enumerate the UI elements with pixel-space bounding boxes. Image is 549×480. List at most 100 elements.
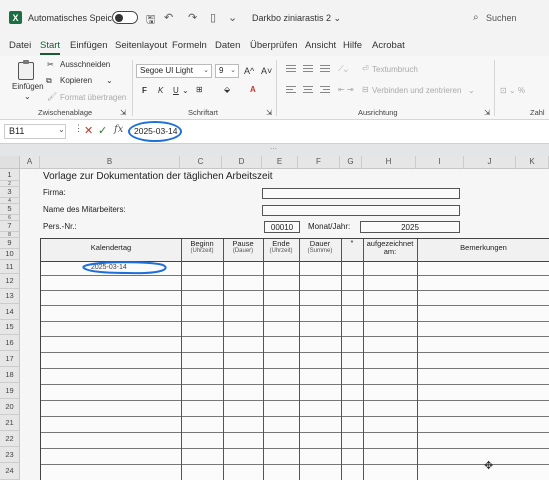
row-header[interactable]: 13	[0, 289, 20, 304]
column-header-b[interactable]: B	[40, 156, 180, 169]
row-header[interactable]: 1	[0, 169, 20, 181]
row-header[interactable]: 12	[0, 274, 20, 289]
tab-formeln[interactable]: Formeln	[172, 40, 207, 51]
font-group-label: Schriftart	[188, 108, 219, 117]
tab-hilfe[interactable]: Hilfe	[343, 40, 362, 51]
tab-acrobat[interactable]: Acrobat	[372, 40, 405, 51]
paste-button[interactable]: Einfügen	[12, 82, 44, 91]
fill-color-icon[interactable]: ⬙	[224, 85, 230, 94]
column-header-e[interactable]: E	[262, 156, 298, 169]
column-header-i[interactable]: I	[416, 156, 464, 169]
undo-icon[interactable]: ↶	[164, 11, 173, 24]
row-header[interactable]: 16	[0, 335, 20, 351]
merge-center-button[interactable]: Verbinden und zentrieren	[372, 86, 461, 95]
customize-toolbar-icon[interactable]: ⌄	[228, 11, 237, 24]
header-aufgezeichnet: aufgezeichnet am:	[366, 239, 414, 257]
underline-dropdown-icon[interactable]: ⌄	[182, 86, 189, 95]
row-header[interactable]: 7	[0, 221, 20, 232]
shrink-font-button[interactable]: A˅	[261, 66, 272, 76]
cut-button[interactable]: Ausschneiden	[60, 60, 110, 69]
row-header[interactable]: 21	[0, 415, 20, 431]
tab-datei[interactable]: Datei	[9, 40, 31, 51]
cut-icon[interactable]: ✂	[47, 60, 54, 69]
number-format-icon[interactable]: ⊡ ⌄ %	[500, 86, 525, 95]
document-title[interactable]: Darkbo ziniarastis 2 ⌄	[252, 13, 341, 24]
row-header[interactable]: 23	[0, 447, 20, 463]
copy-dropdown-icon[interactable]: ⌄	[106, 76, 113, 85]
copy-button[interactable]: Kopieren	[60, 76, 92, 85]
select-all-corner[interactable]	[0, 156, 20, 169]
italic-button[interactable]: K	[158, 86, 163, 95]
row-header[interactable]: 11	[0, 260, 20, 274]
employee-name-input[interactable]	[262, 205, 460, 216]
new-file-icon[interactable]: ▯	[210, 11, 216, 24]
enter-icon[interactable]: ✓	[98, 124, 107, 137]
row-header[interactable]: 18	[0, 367, 20, 383]
name-box[interactable]: B11	[4, 124, 66, 139]
save-icon[interactable]: 🖫	[146, 11, 155, 30]
paste-dropdown-icon[interactable]: ⌄	[24, 92, 31, 101]
row-header[interactable]: 17	[0, 351, 20, 367]
row-header[interactable]: 10	[0, 249, 20, 260]
search-icon[interactable]: ⌕	[473, 12, 479, 23]
tab-ueberpruefen[interactable]: Überprüfen	[250, 40, 298, 51]
cancel-icon[interactable]: ✕	[84, 124, 93, 137]
collapse-icon[interactable]: ⋯	[270, 145, 277, 153]
name-box-dropdown-icon[interactable]: ⌄	[58, 125, 65, 134]
font-size-select[interactable]: 9 ⌄	[215, 64, 239, 78]
indent-icons[interactable]: ⇤ ⇥	[338, 85, 354, 94]
column-header-d[interactable]: D	[222, 156, 262, 169]
row-header[interactable]: 22	[0, 431, 20, 447]
font-color-icon[interactable]: A	[250, 85, 256, 94]
format-painter-icon[interactable]: 🖌	[47, 92, 57, 101]
row-header[interactable]: 5	[0, 204, 20, 215]
wrap-text-icon[interactable]: ⏎	[362, 64, 369, 73]
merge-dropdown-icon[interactable]: ⌄	[468, 86, 475, 95]
row-header[interactable]: 19	[0, 383, 20, 399]
clipboard-launcher-icon[interactable]: ⇲	[120, 108, 126, 117]
firma-input[interactable]	[262, 188, 460, 199]
format-painter-button[interactable]: Format übertragen	[60, 93, 126, 102]
font-name-select[interactable]: Segoe UI Light ⌄	[136, 64, 212, 78]
redo-icon[interactable]: ↷	[188, 11, 197, 24]
pers-nr-value: 00010	[270, 223, 294, 232]
copy-icon[interactable]: ⧉	[46, 76, 52, 86]
header-star: *	[350, 238, 354, 247]
spreadsheet-grid[interactable]: A B C D E F G H I J K 1 2 3 4 5 6 7 8 9 …	[0, 156, 549, 480]
row-header[interactable]: 20	[0, 399, 20, 415]
orientation-icon[interactable]: ⟋⌄	[338, 64, 348, 74]
alignment-launcher-icon[interactable]: ⇲	[484, 108, 490, 117]
row-header[interactable]: 14	[0, 304, 20, 320]
tab-seitenlayout[interactable]: Seitenlayout	[115, 40, 167, 51]
search-input[interactable]: Suchen	[486, 13, 517, 23]
underline-button[interactable]: U	[173, 86, 179, 95]
row-header[interactable]: 15	[0, 320, 20, 335]
row-header[interactable]: 9	[0, 238, 20, 249]
column-header-c[interactable]: C	[180, 156, 222, 169]
font-launcher-icon[interactable]: ⇲	[266, 108, 272, 117]
row-header[interactable]: 24	[0, 463, 20, 480]
paste-icon[interactable]	[18, 60, 34, 80]
tab-ansicht[interactable]: Ansicht	[305, 40, 336, 51]
column-header-k[interactable]: K	[516, 156, 549, 169]
tab-einfuegen[interactable]: Einfügen	[70, 40, 108, 51]
row-header[interactable]: 3	[0, 187, 20, 198]
tab-start[interactable]: Start	[40, 40, 61, 55]
borders-icon[interactable]: ⊞	[196, 85, 203, 94]
month-year-input[interactable]: 2025	[360, 221, 460, 233]
pers-nr-input[interactable]: 00010	[264, 221, 300, 233]
column-header-f[interactable]: F	[298, 156, 340, 169]
column-header-j[interactable]: J	[464, 156, 516, 169]
autosave-toggle[interactable]	[112, 11, 138, 24]
wrap-text-button[interactable]: Textumbruch	[372, 65, 418, 74]
column-header-h[interactable]: H	[362, 156, 416, 169]
column-header-g[interactable]: G	[340, 156, 362, 169]
column-header-a[interactable]: A	[20, 156, 40, 169]
grow-font-button[interactable]: A^	[244, 66, 254, 76]
merge-icon[interactable]: ⊟	[362, 85, 369, 94]
tab-daten[interactable]: Daten	[215, 40, 240, 51]
table-rule	[41, 432, 549, 433]
header-bemerkungen: Bemerkungen	[460, 243, 507, 252]
insert-function-icon[interactable]: fx	[114, 124, 123, 135]
bold-button[interactable]: F	[142, 86, 147, 95]
